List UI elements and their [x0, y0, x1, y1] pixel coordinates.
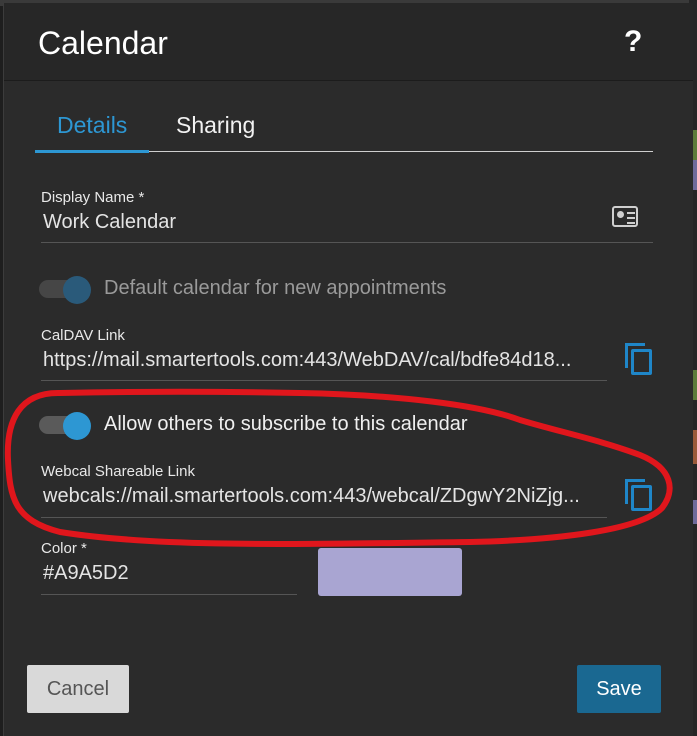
toggle-knob — [63, 276, 91, 304]
contact-card-icon[interactable] — [612, 206, 638, 227]
display-name-input[interactable]: Work Calendar — [43, 211, 603, 234]
color-input[interactable]: #A9A5D2 — [43, 562, 293, 585]
webcal-underline — [41, 517, 607, 518]
dialog-title: Calendar — [38, 25, 168, 61]
default-calendar-label: Default calendar for new appointments — [104, 277, 447, 299]
tab-sharing[interactable]: Sharing — [154, 108, 277, 152]
toggle-knob — [63, 412, 91, 440]
webcal-label: Webcal Shareable Link — [41, 463, 195, 480]
caldav-label: CalDAV Link — [41, 327, 125, 344]
tab-details[interactable]: Details — [35, 108, 150, 153]
allow-subscribe-toggle[interactable] — [39, 412, 93, 440]
caldav-link-field[interactable]: https://mail.smartertools.com:443/WebDAV… — [43, 349, 605, 372]
save-button[interactable]: Save — [577, 665, 661, 713]
copy-icon-front — [631, 485, 652, 511]
display-name-underline — [41, 242, 653, 243]
color-swatch[interactable] — [318, 548, 462, 596]
cancel-button[interactable]: Cancel — [27, 665, 129, 713]
tab-bar: Details Sharing — [35, 104, 653, 153]
copy-caldav-icon[interactable] — [625, 343, 653, 375]
dialog-header: Calendar ? — [4, 3, 693, 81]
default-calendar-toggle[interactable] — [39, 276, 93, 304]
webcal-link-field[interactable]: webcals://mail.smartertools.com:443/webc… — [43, 485, 605, 508]
caldav-underline — [41, 380, 607, 381]
display-name-label: Display Name * — [41, 189, 145, 206]
color-label: Color * — [41, 540, 87, 557]
color-underline — [41, 594, 297, 595]
copy-icon-front — [631, 349, 652, 375]
allow-subscribe-label: Allow others to subscribe to this calend… — [104, 413, 468, 435]
copy-webcal-icon[interactable] — [625, 479, 653, 511]
help-icon[interactable]: ? — [624, 25, 642, 59]
